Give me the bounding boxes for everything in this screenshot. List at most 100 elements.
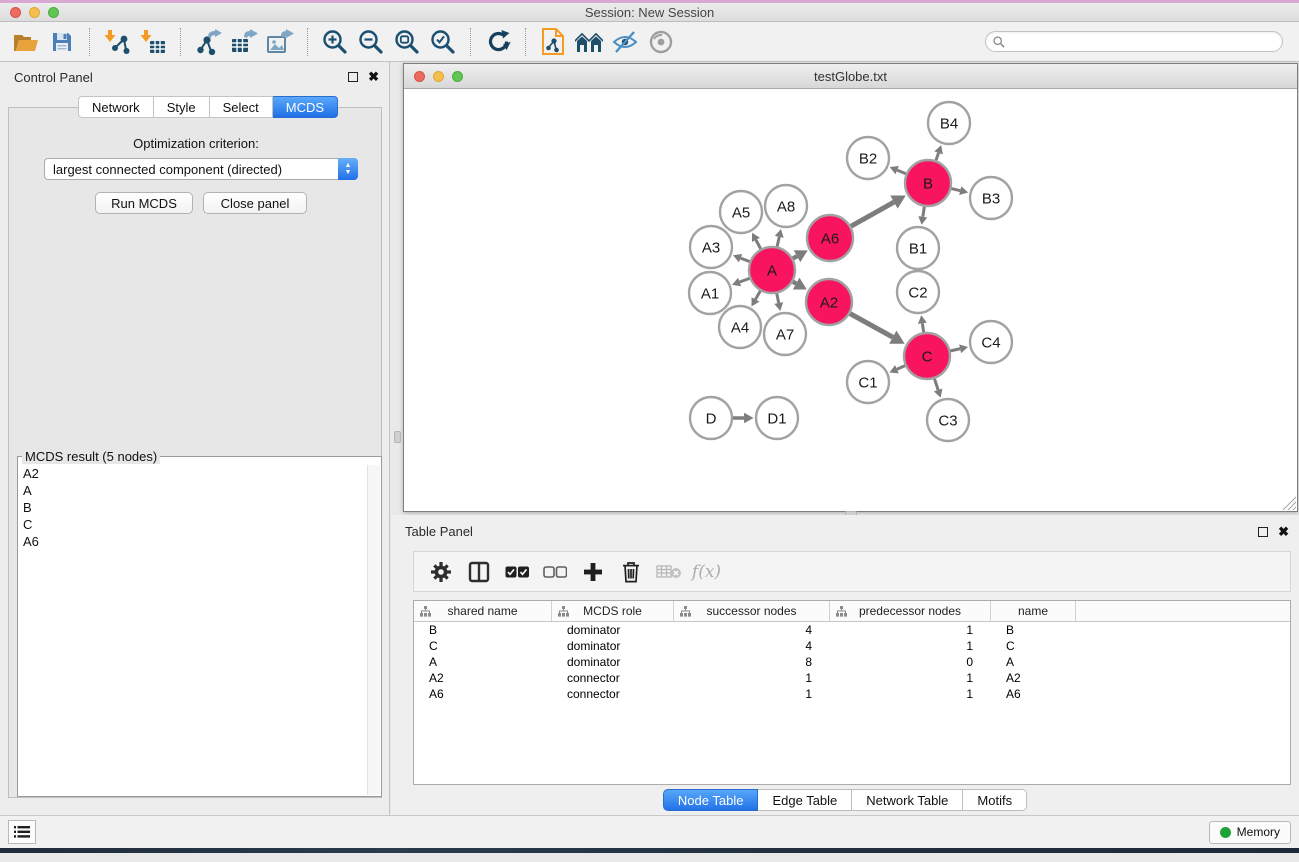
tab-style[interactable]: Style [154, 96, 210, 118]
network-window-titlebar[interactable]: testGlobe.txt [404, 64, 1297, 89]
zoom-out-button[interactable] [353, 25, 389, 59]
table-cell[interactable]: 4 [674, 623, 830, 637]
node-C1[interactable]: C1 [847, 361, 889, 403]
tab-edge-table[interactable]: Edge Table [758, 789, 852, 811]
table-cell[interactable]: B [991, 623, 1076, 637]
table-cell[interactable]: connector [552, 687, 674, 701]
mcds-result-item[interactable]: C [19, 516, 366, 533]
memory-button[interactable]: Memory [1209, 821, 1291, 844]
node-C3[interactable]: C3 [927, 399, 969, 441]
table-cell[interactable]: A6 [991, 687, 1076, 701]
search-input[interactable] [1009, 35, 1282, 49]
close-panel-icon[interactable]: ✖ [368, 72, 379, 82]
table-cell[interactable]: A [414, 655, 552, 669]
tab-motifs[interactable]: Motifs [963, 789, 1027, 811]
network-canvas[interactable]: B4B2BB3A5A8A6A3B1AA1C2A2A4A7C4CC1DD1C3 [404, 89, 1297, 511]
node-A6[interactable]: A6 [807, 215, 853, 261]
window-resize-grip[interactable] [1282, 496, 1296, 510]
node-C[interactable]: C [904, 333, 950, 379]
tab-network-table[interactable]: Network Table [852, 789, 963, 811]
table-cell[interactable]: 0 [830, 655, 991, 669]
node-A8[interactable]: A8 [765, 185, 807, 227]
close-panel-icon[interactable]: ✖ [1278, 527, 1289, 537]
zoom-window-button[interactable] [48, 7, 59, 18]
mcds-result-list[interactable]: A2ABCA6 [19, 465, 366, 795]
node-B4[interactable]: B4 [928, 102, 970, 144]
table-cell[interactable]: 1 [830, 623, 991, 637]
tab-mcds[interactable]: MCDS [273, 96, 338, 118]
tab-select[interactable]: Select [210, 96, 273, 118]
deselect-all-button[interactable] [540, 555, 569, 589]
column-header-MCDS-role[interactable]: MCDS role [552, 601, 674, 621]
function-builder-button[interactable]: f(x) [692, 555, 721, 589]
node-A1[interactable]: A1 [689, 272, 731, 314]
table-cell[interactable]: 1 [830, 639, 991, 653]
table-cell[interactable]: 1 [674, 671, 830, 685]
select-all-button[interactable] [502, 555, 531, 589]
mcds-result-item[interactable]: A2 [19, 465, 366, 482]
mcds-result-scrollbar[interactable] [367, 465, 380, 795]
column-header-predecessor-nodes[interactable]: predecessor nodes [830, 601, 991, 621]
mcds-result-item[interactable]: B [19, 499, 366, 516]
table-row[interactable]: A6connector11A6 [414, 686, 1290, 702]
table-cell[interactable]: 4 [674, 639, 830, 653]
table-cell[interactable]: dominator [552, 623, 674, 637]
column-header-name[interactable]: name [991, 601, 1076, 621]
table-cell[interactable]: A [991, 655, 1076, 669]
zoom-in-button[interactable] [317, 25, 353, 59]
node-B3[interactable]: B3 [970, 177, 1012, 219]
minimize-window-button[interactable] [29, 7, 40, 18]
save-session-button[interactable] [44, 25, 80, 59]
table-cell[interactable]: 8 [674, 655, 830, 669]
close-network-window-button[interactable] [414, 71, 425, 82]
table-cell[interactable]: B [414, 623, 552, 637]
table-row[interactable]: Adominator80A [414, 654, 1290, 670]
vertical-split-handle[interactable] [394, 431, 401, 443]
zoom-selected-button[interactable] [425, 25, 461, 59]
table-cell[interactable]: connector [552, 671, 674, 685]
table-cell[interactable]: C [414, 639, 552, 653]
node-A3[interactable]: A3 [690, 226, 732, 268]
network-graph[interactable]: B4B2BB3A5A8A6A3B1AA1C2A2A4A7C4CC1DD1C3 [404, 89, 1297, 511]
column-header-successor-nodes[interactable]: successor nodes [674, 601, 830, 621]
column-header-shared-name[interactable]: shared name [414, 601, 552, 621]
zoom-fit-button[interactable] [389, 25, 425, 59]
show-graphics-button[interactable] [643, 25, 679, 59]
export-network-button[interactable] [190, 25, 226, 59]
table-cell[interactable]: dominator [552, 639, 674, 653]
table-cell[interactable]: 1 [830, 671, 991, 685]
float-panel-icon[interactable] [348, 72, 358, 82]
table-cell[interactable]: A6 [414, 687, 552, 701]
network-view-window[interactable]: testGlobe.txt B4B2BB3A5A8A6A3B1AA1C2A2A4… [403, 63, 1298, 512]
import-table-button[interactable] [135, 25, 171, 59]
table-row[interactable]: Bdominator41B [414, 622, 1290, 638]
node-B1[interactable]: B1 [897, 227, 939, 269]
tab-node-table[interactable]: Node Table [663, 789, 759, 811]
close-panel-button[interactable]: Close panel [203, 192, 307, 214]
mcds-result-item[interactable]: A [19, 482, 366, 499]
minimize-network-window-button[interactable] [433, 71, 444, 82]
add-column-button[interactable] [578, 555, 607, 589]
node-A7[interactable]: A7 [764, 313, 806, 355]
table-cell[interactable]: 1 [830, 687, 991, 701]
task-history-button[interactable] [8, 820, 36, 844]
table-cell[interactable]: 1 [674, 687, 830, 701]
app-titlebar[interactable]: Session: New Session [0, 3, 1299, 22]
column-browser-button[interactable] [464, 555, 493, 589]
float-panel-icon[interactable] [1258, 527, 1268, 537]
import-network-button[interactable] [99, 25, 135, 59]
node-C4[interactable]: C4 [970, 321, 1012, 363]
node-table[interactable]: shared nameMCDS rolesuccessor nodesprede… [413, 600, 1291, 785]
delete-table-button[interactable] [654, 555, 683, 589]
search-field[interactable] [985, 31, 1283, 52]
close-window-button[interactable] [10, 7, 21, 18]
tab-network[interactable]: Network [78, 96, 154, 118]
table-cell[interactable]: A2 [414, 671, 552, 685]
delete-column-button[interactable] [616, 555, 645, 589]
node-A5[interactable]: A5 [720, 191, 762, 233]
zoom-network-window-button[interactable] [452, 71, 463, 82]
node-D1[interactable]: D1 [756, 397, 798, 439]
node-A2[interactable]: A2 [806, 279, 852, 325]
node-B2[interactable]: B2 [847, 137, 889, 179]
table-cell[interactable]: A2 [991, 671, 1076, 685]
